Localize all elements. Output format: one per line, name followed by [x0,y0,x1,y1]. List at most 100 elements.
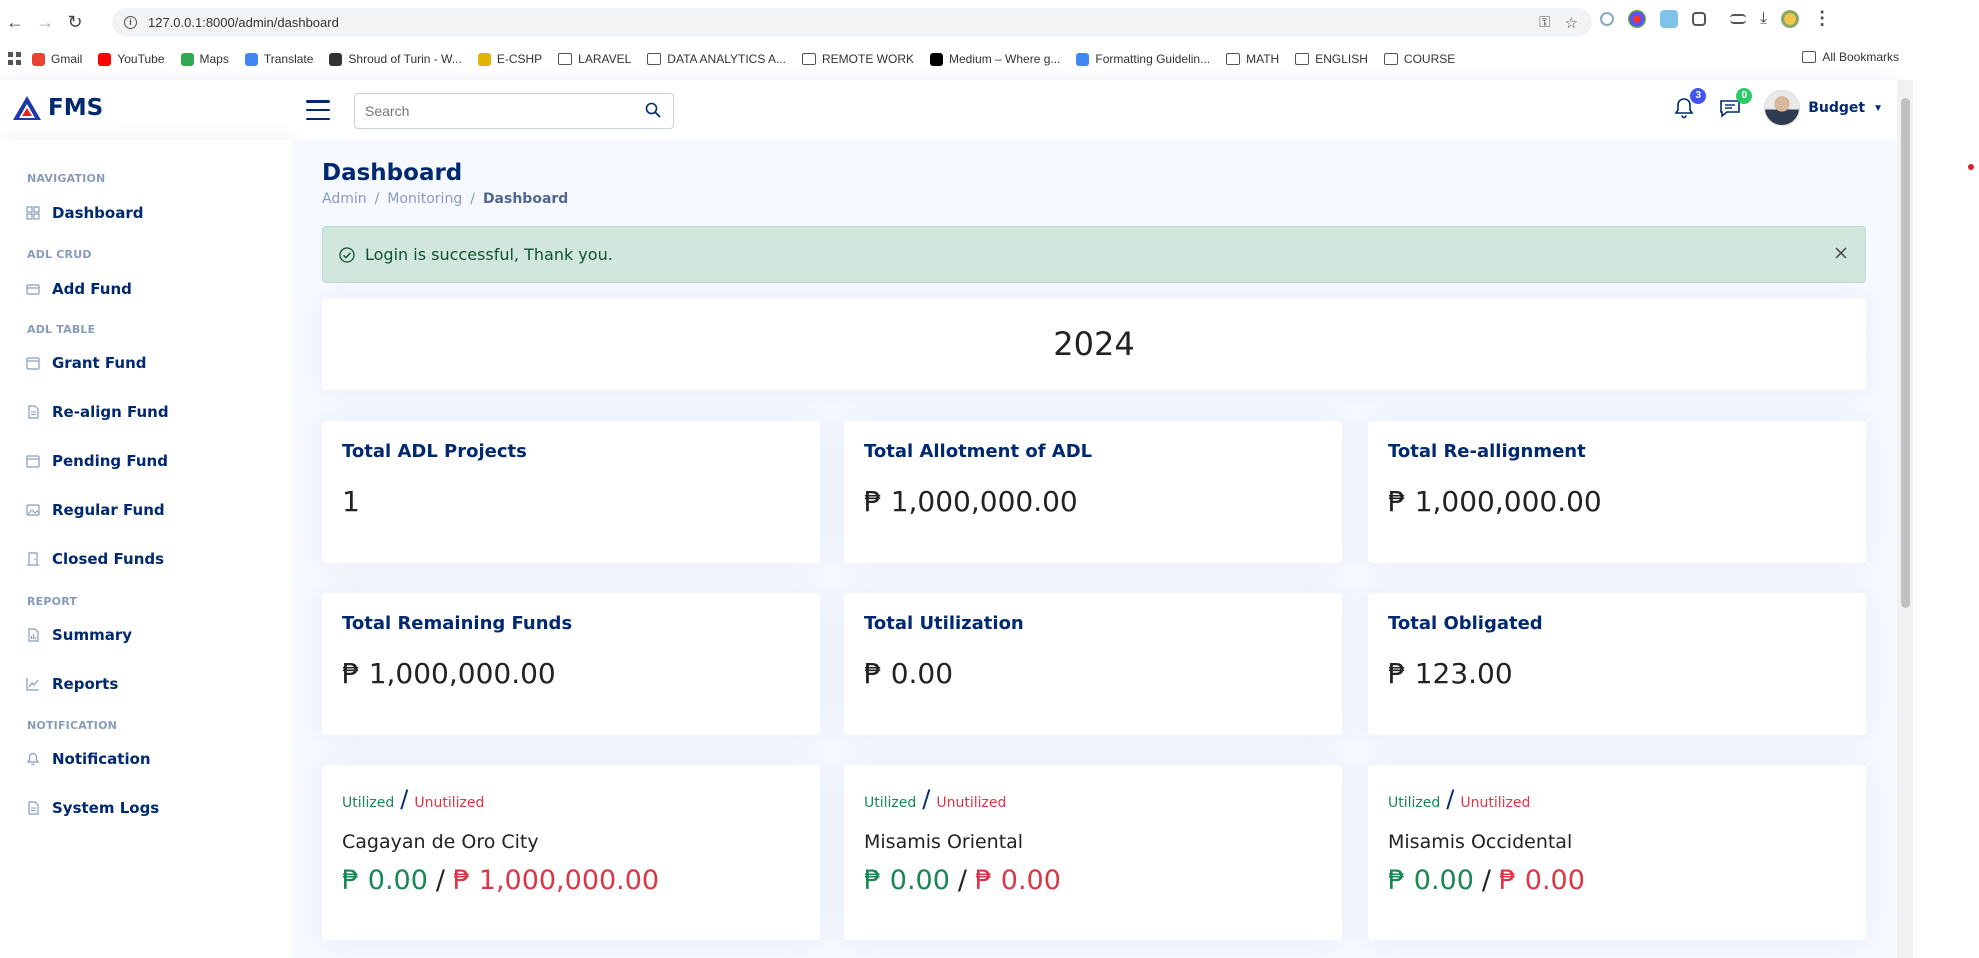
breadcrumb-item-monitoring[interactable]: Monitoring [387,191,462,207]
folder-icon [1383,53,1398,65]
bookmark-item[interactable]: E-CSHP [477,52,542,66]
bookmark-item[interactable]: Translate [244,52,314,66]
profile-menu[interactable]: Budget ▼ [1764,90,1883,126]
app-logo[interactable]: FMS [12,94,103,122]
sidebar-item-system-logs[interactable]: System Logs [26,799,159,817]
bookmark-label: Gmail [51,52,83,66]
all-bookmarks[interactable]: All Bookmarks [1802,50,1899,64]
utilization-header: Utilized / Unutilized [1388,785,1530,813]
bookmark-label: Medium – Where g... [949,52,1061,66]
sidebar-heading-notification: NOTIFICATION [27,719,118,732]
bar-chart-icon [28,628,39,642]
logo-text: FMS [48,95,104,121]
bookmark-label: DATA ANALYTICS A... [667,52,787,66]
location-name: Cagayan de Oro City [342,831,539,853]
bookmark-item[interactable]: YouTube [98,52,165,66]
main-content: Dashboard Admin / Monitoring / Dashboard… [292,140,1897,958]
browser-menu-icon[interactable]: ⋮ [1813,8,1831,29]
sidebar-item-pending-fund[interactable]: Pending Fund [26,452,168,470]
grid-icon [26,206,40,220]
all-bookmarks-label: All Bookmarks [1822,50,1899,64]
sidebar-item-notification[interactable]: Notification [26,750,151,768]
card-icon [26,284,40,295]
bookmark-item[interactable]: Maps [180,52,229,66]
scrollbar-thumb[interactable] [1901,98,1910,608]
url-text[interactable]: 127.0.0.1:8000/admin/dashboard [148,15,339,30]
location-amounts: ₱ 0.00 / ₱ 0.00 [864,865,1061,896]
search-icon[interactable] [645,102,661,118]
bookmark-label: Formatting Guidelin... [1095,52,1211,66]
shield-extension-icon[interactable] [1600,11,1614,26]
folder-icon [802,53,817,65]
sidebar-item-reports[interactable]: Reports [26,675,118,693]
year-label: 2024 [1053,325,1135,363]
download-icon[interactable]: ⤓ [1760,10,1767,28]
breadcrumb-item-admin[interactable]: Admin [322,191,367,207]
profile-name: Budget [1808,100,1866,116]
sidebar-item-dashboard[interactable]: Dashboard [26,204,143,222]
bookmark-item[interactable]: Shroud of Turin - W... [329,52,462,66]
bookmark-item[interactable]: Formatting Guidelin... [1076,52,1210,66]
bookmark-item[interactable]: Medium – Where g... [930,52,1060,66]
bookmark-item[interactable]: DATA ANALYTICS A... [647,52,786,66]
location-card: Utilized / Unutilized Misamis Oriental ₱… [844,765,1342,940]
sidebar-item-realign-fund[interactable]: Re-align Fund [26,403,169,421]
avatar [1764,90,1801,126]
sidebar-item-label: Notification [52,750,151,768]
sidebar-item-label: Reports [52,675,119,693]
notifications-button[interactable]: 3 [1672,88,1707,120]
messages-button[interactable]: 0 [1718,88,1753,120]
sidebar-item-grant-fund[interactable]: Grant Fund [26,354,147,372]
location-name: Misamis Oriental [864,831,1024,853]
sidebar: Navigation Dashboard ADL CRUD Add Fund A… [0,140,292,958]
apps-grid-icon[interactable] [8,52,22,66]
unutilized-label: Unutilized [1460,795,1531,811]
header-actions: 3 0 Budget ▼ [1672,88,1883,126]
screenshot-extension-icon[interactable] [1660,9,1678,28]
bookmark-item[interactable]: LARAVEL [558,52,631,66]
folder-icon [1295,53,1310,65]
close-icon[interactable] [1833,245,1849,261]
reading-list-icon[interactable] [1730,13,1746,24]
utilization-header: Utilized / Unutilized [342,785,484,813]
bell-icon [26,752,40,766]
success-alert: Login is successful, Thank you. [322,226,1866,283]
bookmark-label: Translate [263,52,314,66]
sidebar-item-label: System Logs [52,799,160,817]
forward-button[interactable]: → [30,7,60,37]
site-info-icon[interactable]: i [124,16,137,29]
sidebar-toggle-button[interactable] [306,100,330,120]
alert-message: Login is successful, Thank you. [365,245,613,264]
check-circle-icon [339,246,355,263]
bookmark-label: LARAVEL [578,52,632,66]
sidebar-item-add-fund[interactable]: Add Fund [26,280,132,298]
profile-avatar-icon[interactable] [1781,9,1800,28]
bookmark-item[interactable]: ENGLISH [1295,52,1368,66]
bookmark-label: REMOTE WORK [822,52,915,66]
page-scrollbar[interactable] [1897,80,1913,958]
unutilized-label: Unutilized [936,795,1007,811]
notifications-badge: 3 [1690,88,1707,104]
stat-card-value: 1 [342,485,360,518]
bookmark-item[interactable]: MATH [1226,52,1279,66]
utilized-amount: ₱ 0.00 [864,865,950,896]
password-key-icon[interactable]: ⚿ [1539,14,1550,32]
puzzle-extensions-icon[interactable] [1692,11,1706,26]
reload-button[interactable]: ↻ [60,7,90,37]
medium-icon [930,52,944,66]
sidebar-item-closed-funds[interactable]: Closed Funds [26,550,164,568]
stat-card-title: Total Remaining Funds [342,613,573,634]
stat-card-value: ₱ 1,000,000.00 [864,485,1078,518]
search-input[interactable] [355,94,625,128]
sidebar-item-summary[interactable]: Summary [26,626,132,644]
bookmark-item[interactable]: COURSE [1383,52,1455,66]
address-bar[interactable]: i 127.0.0.1:8000/admin/dashboard ⚿ ☆ [112,8,1592,37]
bookmark-item[interactable]: Gmail [32,52,82,66]
bookmark-label: Shroud of Turin - W... [348,52,462,66]
bookmark-star-icon[interactable]: ☆ [1565,14,1578,32]
back-button[interactable]: ← [0,7,30,37]
color-extension-icon[interactable] [1628,9,1646,28]
bookmark-item[interactable]: REMOTE WORK [802,52,914,66]
unutilized-amount: ₱ 0.00 [975,865,1061,896]
sidebar-item-regular-fund[interactable]: Regular Fund [26,501,165,519]
